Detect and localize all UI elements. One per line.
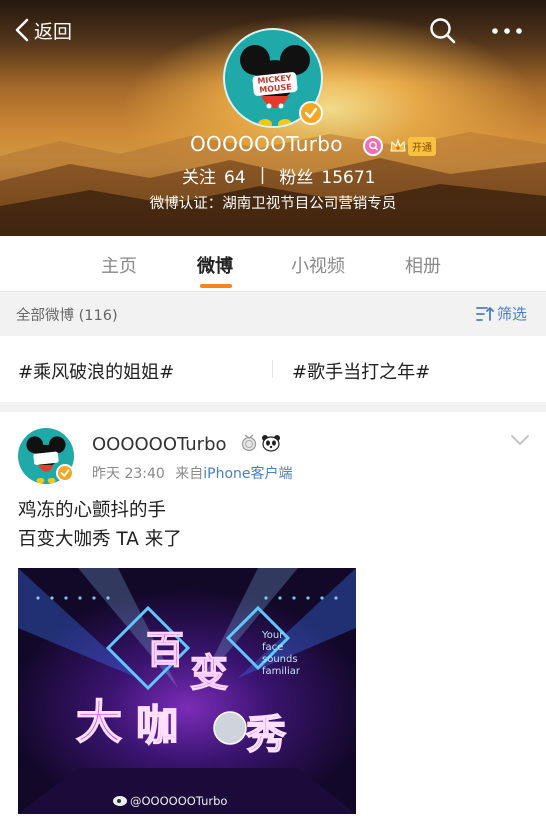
- post-text: 鸡冻的心颤抖的手 百变大咖秀 TA 来了: [18, 496, 182, 554]
- medal-icon: [241, 434, 257, 452]
- topic-bar: #乘风破浪的姐姐# #歌手当打之年#: [0, 336, 546, 402]
- chevron-down-icon[interactable]: [510, 432, 530, 448]
- post-image[interactable]: 百 变 大 咖 秀 Your face sounds familiar @OOO…: [18, 568, 356, 814]
- back-chevron-icon: [15, 18, 29, 42]
- followers-count: 15671: [321, 167, 376, 188]
- followers-label: 粉丝: [279, 167, 314, 188]
- filter-icon: [476, 306, 494, 321]
- topic-link-2[interactable]: #歌手当打之年#: [292, 358, 430, 384]
- poster-side-text-2: face: [262, 642, 283, 653]
- post-source-prefix: 来自: [175, 466, 204, 482]
- poster-title-char-3: 大: [76, 695, 122, 749]
- profile-username: OOOOOOTurbo: [190, 132, 343, 156]
- following-count: 64: [224, 167, 246, 188]
- profile-stats: 关注 64 | 粉丝 15671: [182, 162, 375, 188]
- topic-divider: [272, 360, 273, 378]
- stats-separator: |: [259, 165, 266, 185]
- poster-title-char-2: 变: [190, 651, 228, 695]
- tab-short-video[interactable]: 小视频: [291, 252, 345, 278]
- tab-home[interactable]: 主页: [101, 252, 137, 278]
- vip-label: 开通: [408, 136, 436, 156]
- verification-text: 微博认证：湖南卫视节目公司营销专员: [149, 196, 397, 212]
- filter-bar: 全部微博 (116) 筛选: [0, 292, 546, 336]
- following-stat[interactable]: 关注 64: [182, 163, 246, 188]
- poster-side-text-1: Your: [261, 630, 284, 641]
- back-button[interactable]: 返回: [14, 16, 72, 44]
- profile-header: 返回 MICKEY MOUSE OOOOOOTurbo 开通 关注 64 | 粉…: [0, 0, 546, 236]
- following-label: 关注: [182, 167, 216, 188]
- search-icon[interactable]: [428, 16, 458, 46]
- more-icon[interactable]: [489, 16, 525, 46]
- poster-title-char-1: 百: [146, 628, 184, 672]
- weibo-logo-icon: [113, 796, 127, 806]
- tab-weibo[interactable]: 微博: [197, 252, 233, 278]
- poster-side-text-4: familiar: [262, 666, 301, 677]
- topic-link-1[interactable]: #乘风破浪的姐姐#: [18, 358, 174, 384]
- filter-button[interactable]: 筛选: [476, 303, 527, 324]
- verified-icon: [56, 464, 74, 482]
- poster-side-text-3: sounds: [262, 654, 298, 665]
- crown-icon: [390, 138, 406, 152]
- membership-icon[interactable]: [363, 136, 383, 156]
- post-meta: 昨天 23:40 来自iPhone客户端: [92, 463, 293, 483]
- vip-open-badge[interactable]: 开通: [389, 136, 436, 156]
- active-tab-indicator: [200, 284, 232, 288]
- post-username[interactable]: OOOOOOTurbo: [92, 434, 227, 455]
- all-weibo-count[interactable]: 全部微博 (116): [16, 304, 118, 325]
- weibo-post: OOOOOOTurbo 昨天 23:40 来自iPhone客户端 鸡冻的心颤抖的…: [0, 412, 546, 827]
- profile-tabs: 主页 微博 小视频 相册: [0, 236, 546, 292]
- post-text-line-1: 鸡冻的心颤抖的手: [18, 500, 167, 521]
- verified-icon: [299, 101, 323, 125]
- show-poster-art: 百 变 大 咖 秀 Your face sounds familiar: [18, 568, 356, 814]
- poster-title-char-5: 秀: [245, 712, 286, 758]
- post-source[interactable]: iPhone客户端: [203, 466, 292, 482]
- post-text-line-2: 百变大咖秀 TA 来了: [18, 529, 182, 550]
- panda-icon: [262, 435, 280, 452]
- followers-stat[interactable]: 粉丝 15671: [279, 163, 375, 188]
- back-label: 返回: [34, 20, 73, 43]
- filter-label: 筛选: [497, 305, 528, 323]
- image-watermark: @OOOOOOTurbo: [130, 794, 228, 808]
- tab-album[interactable]: 相册: [405, 252, 441, 278]
- post-time: 昨天 23:40: [92, 466, 165, 482]
- poster-title-char-4: 咖: [136, 701, 178, 750]
- post-badges: [241, 434, 281, 452]
